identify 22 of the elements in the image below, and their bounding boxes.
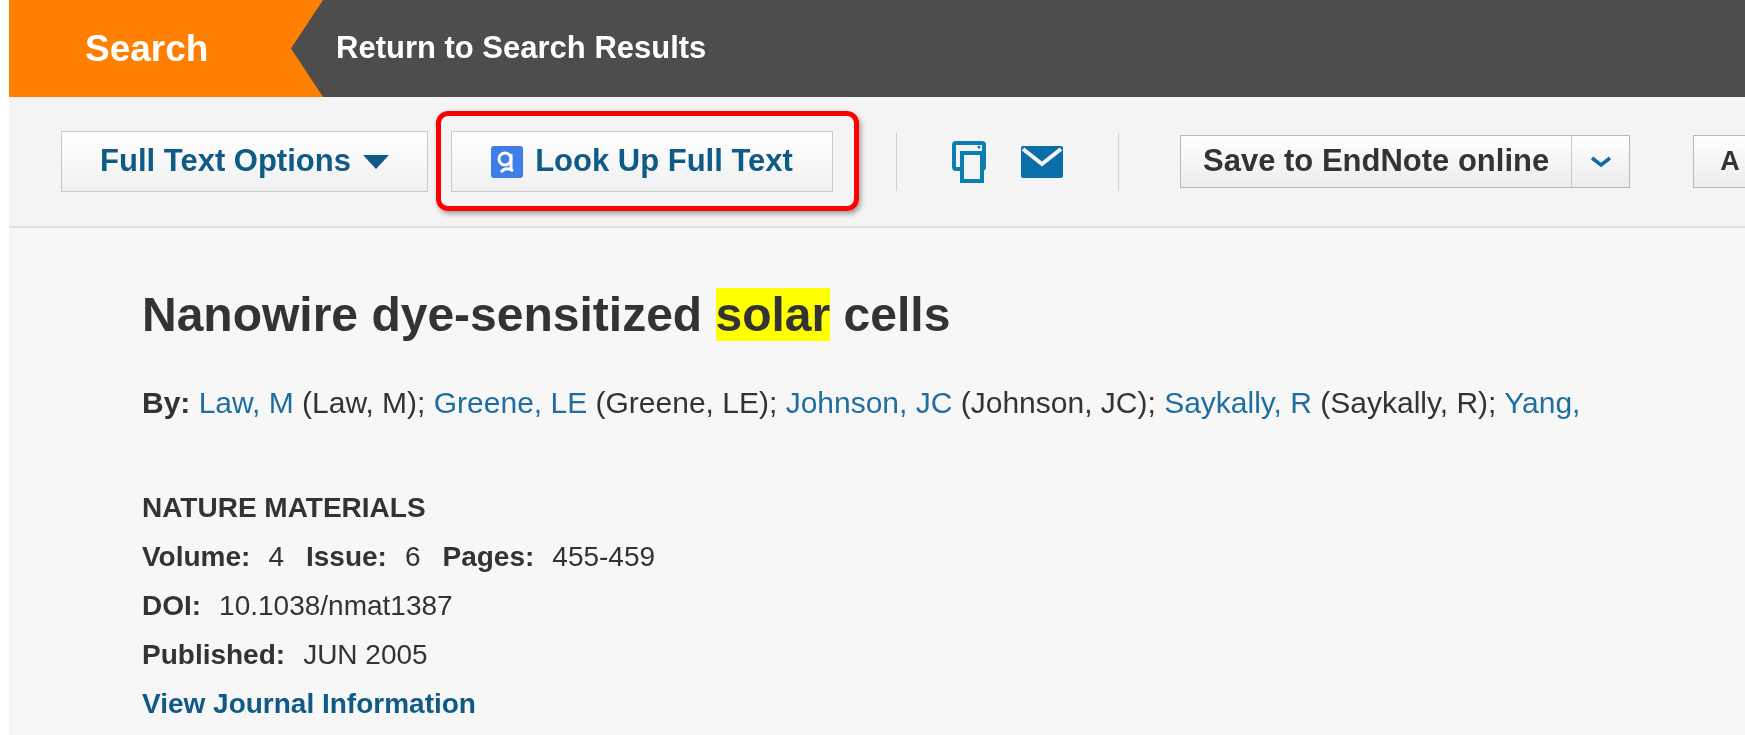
email-icon[interactable]	[1021, 145, 1063, 178]
volume-issue-pages: Volume: 4 Issue: 6 Pages: 455-459	[142, 540, 656, 574]
full-text-options-button[interactable]: Full Text Options	[61, 131, 428, 192]
caret-down-icon	[362, 154, 389, 169]
author-link[interactable]: Saykally, R	[1164, 386, 1312, 419]
view-journal-link[interactable]: View Journal Information	[142, 679, 476, 728]
record-title: Nanowire dye-sensitized solar cells	[142, 288, 951, 342]
return-link[interactable]: Return to Search Results	[336, 25, 707, 72]
author-link[interactable]: Yang,	[1504, 386, 1581, 419]
author-link[interactable]: Johnson, JC	[785, 386, 953, 419]
record-field: Published: JUN 2005	[142, 630, 428, 679]
author-line: By: Law, M (Law, M); Greene, LE (Greene, LE); Johnson, JC (Johnson, JC); Saykally, R (Saykally, R); Yang,	[142, 385, 1581, 421]
look-up-full-text-button[interactable]: Look Up Full Text	[451, 131, 833, 192]
record-field: DOI: 10.1038/nmat1387	[142, 581, 453, 630]
save-to-endnote-button[interactable]: Save to EndNote online	[1181, 136, 1573, 187]
search-tab-label: Search	[85, 26, 209, 71]
google-scholar-icon	[491, 145, 524, 178]
author-link[interactable]: Law, M	[198, 386, 294, 419]
action-button[interactable]: A	[1693, 135, 1745, 188]
chevron-down-icon	[1589, 155, 1612, 168]
author-link[interactable]: Greene, LE	[433, 386, 588, 419]
journal-name: NATURE MATERIALS	[142, 491, 426, 525]
